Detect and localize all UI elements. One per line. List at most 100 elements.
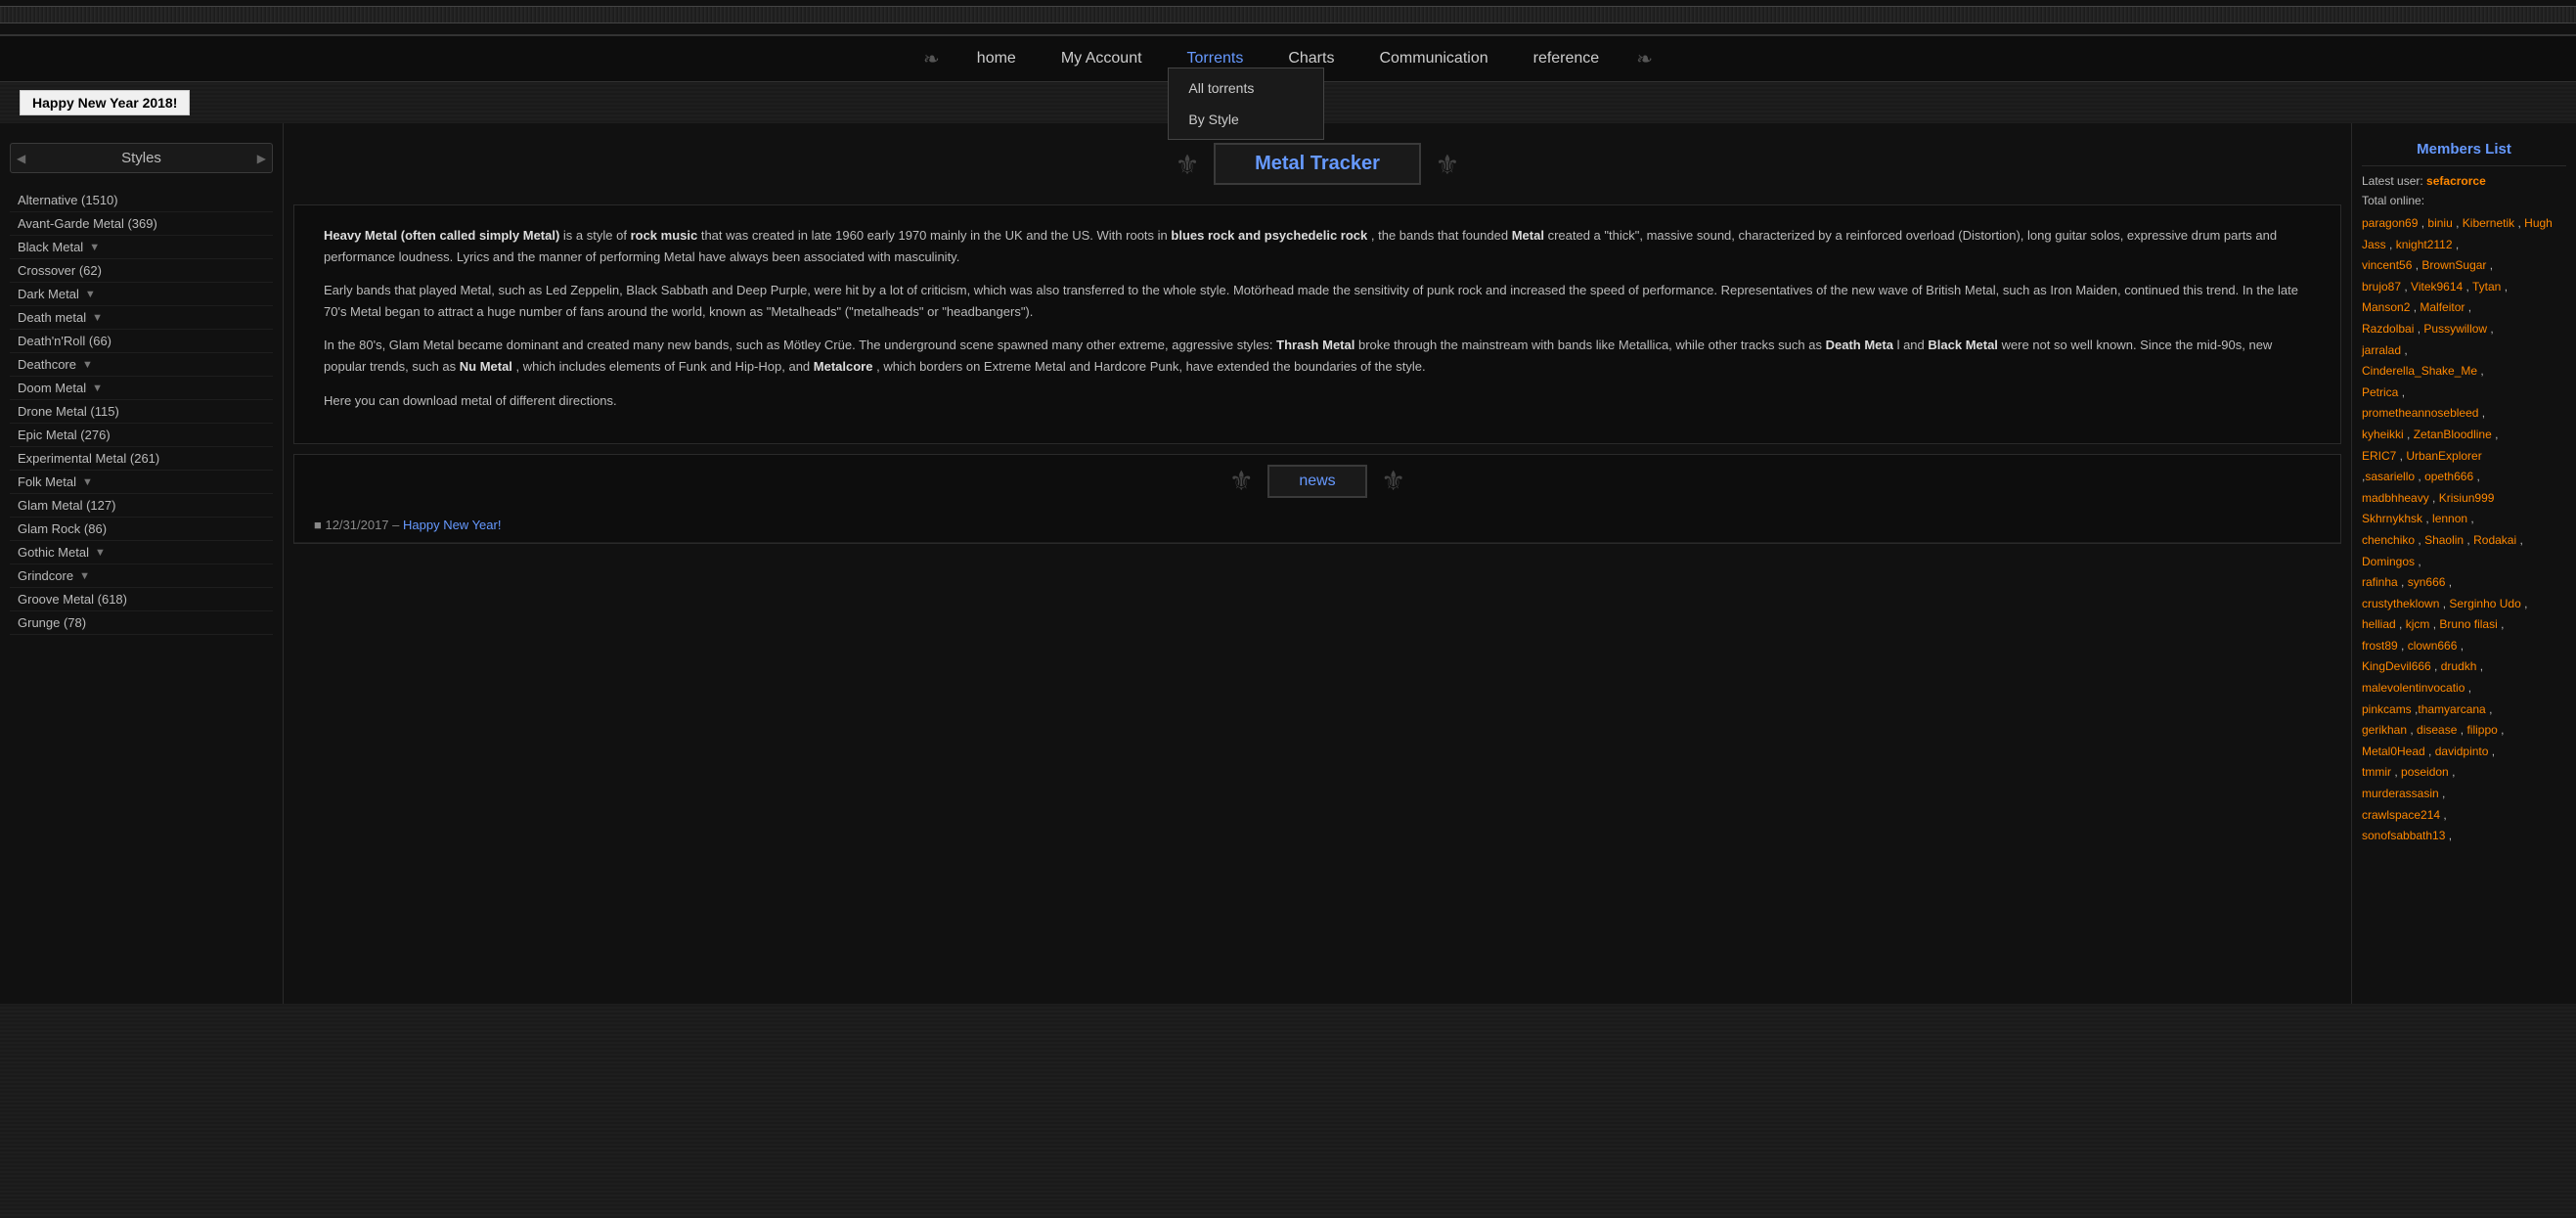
main-layout: ◀ Styles ▶ Alternative (1510) Avant-Gard… bbox=[0, 123, 2576, 1004]
dropdown-all-torrents[interactable]: All torrents bbox=[1169, 72, 1323, 104]
member-sonofsabbath13[interactable]: sonofsabbath13 bbox=[2362, 829, 2445, 842]
sidebar-item-glam-metal[interactable]: Glam Metal (127) bbox=[10, 494, 273, 518]
happy-new-year-banner: Happy New Year 2018! bbox=[20, 90, 190, 115]
member-syn666[interactable]: syn666 bbox=[2408, 575, 2446, 589]
nav-home[interactable]: home bbox=[969, 46, 1024, 71]
content-paragraph-4: Here you can download metal of different… bbox=[324, 390, 2311, 412]
left-sidebar: ◀ Styles ▶ Alternative (1510) Avant-Gard… bbox=[0, 123, 284, 1004]
member-crawlspace214[interactable]: crawlspace214 bbox=[2362, 808, 2440, 822]
sidebar-item-black-metal[interactable]: Black Metal ▼ bbox=[10, 236, 273, 259]
sidebar-item-crossover[interactable]: Crossover (62) bbox=[10, 259, 273, 283]
sidebar-item-grunge[interactable]: Grunge (78) bbox=[10, 611, 273, 635]
member-rodakai[interactable]: Rodakai bbox=[2473, 533, 2516, 547]
nav-reference[interactable]: reference bbox=[1526, 46, 1608, 71]
content-blues-rock: blues rock and psychedelic rock bbox=[1171, 228, 1367, 243]
expand-icon-grindcore: ▼ bbox=[79, 570, 90, 582]
member-thamyarcana[interactable]: thamyarcana bbox=[2418, 702, 2485, 716]
member-disease[interactable]: disease bbox=[2417, 723, 2457, 737]
sidebar-item-doom-metal[interactable]: Doom Metal ▼ bbox=[10, 377, 273, 400]
member-razdolbai[interactable]: Razdolbai bbox=[2362, 322, 2414, 336]
member-sasariello[interactable]: sasariello bbox=[2365, 470, 2415, 483]
expand-icon-deathcore: ▼ bbox=[82, 359, 93, 371]
center-content: ⚜ Metal Tracker ⚜ Heavy Metal (often cal… bbox=[284, 123, 2351, 1004]
member-kyheikki[interactable]: kyheikki bbox=[2362, 428, 2404, 441]
member-eric7[interactable]: ERIC7 bbox=[2362, 449, 2396, 463]
sidebar-item-gothic-metal[interactable]: Gothic Metal ▼ bbox=[10, 541, 273, 564]
sidebar-item-folk-metal[interactable]: Folk Metal ▼ bbox=[10, 471, 273, 494]
member-knight2112[interactable]: knight2112 bbox=[2396, 238, 2453, 251]
member-davidpinto[interactable]: davidpinto bbox=[2435, 744, 2489, 758]
content-metalcore: Metalcore bbox=[814, 359, 873, 374]
member-poseidon[interactable]: poseidon bbox=[2401, 765, 2449, 779]
sidebar-item-grindcore[interactable]: Grindcore ▼ bbox=[10, 564, 273, 588]
sidebar-item-deathcore[interactable]: Deathcore ▼ bbox=[10, 353, 273, 377]
sidebar-item-epic-metal[interactable]: Epic Metal (276) bbox=[10, 424, 273, 447]
member-kibernetik[interactable]: Kibernetik bbox=[2463, 216, 2514, 230]
navigation-bar: ❧ home My Account Torrents All torrents … bbox=[0, 36, 2576, 82]
member-brujo87[interactable]: brujo87 bbox=[2362, 280, 2401, 293]
sidebar-item-dark-metal[interactable]: Dark Metal ▼ bbox=[10, 283, 273, 306]
member-brownsugar[interactable]: BrownSugar bbox=[2421, 258, 2486, 272]
member-krisiun999[interactable]: Krisiun999 bbox=[2439, 491, 2495, 505]
member-skhrnykhsk[interactable]: Skhrnykhsk bbox=[2362, 512, 2422, 525]
member-malevolent[interactable]: malevolentinvocatio bbox=[2362, 681, 2465, 695]
member-bruno[interactable]: Bruno filasi bbox=[2439, 617, 2497, 631]
member-paragon69[interactable]: paragon69 bbox=[2362, 216, 2418, 230]
member-madbhheavy[interactable]: madbhheavy bbox=[2362, 491, 2429, 505]
member-tytan[interactable]: Tytan bbox=[2472, 280, 2501, 293]
member-frost89[interactable]: frost89 bbox=[2362, 639, 2398, 653]
member-jarralad[interactable]: jarralad bbox=[2362, 343, 2401, 357]
nav-right-decoration: ❧ bbox=[1636, 47, 1653, 71]
member-vincent56[interactable]: vincent56 bbox=[2362, 258, 2412, 272]
member-clown666[interactable]: clown666 bbox=[2408, 639, 2458, 653]
sidebar-item-drone-metal[interactable]: Drone Metal (115) bbox=[10, 400, 273, 424]
member-opeth666[interactable]: opeth666 bbox=[2424, 470, 2473, 483]
sidebar-item-glam-rock[interactable]: Glam Rock (86) bbox=[10, 518, 273, 541]
sidebar-left-arrow: ◀ bbox=[17, 152, 25, 165]
member-zetan[interactable]: ZetanBloodline bbox=[2414, 428, 2492, 441]
member-cinderella[interactable]: Cinderella_Shake_Me bbox=[2362, 364, 2477, 378]
sidebar-item-alternative[interactable]: Alternative (1510) bbox=[10, 189, 273, 212]
member-drudkh[interactable]: drudkh bbox=[2441, 659, 2477, 673]
member-malfeitor[interactable]: Malfeitor bbox=[2420, 300, 2465, 314]
news-area: ⚜ news ⚜ ■ 12/31/2017 – Happy New Year! bbox=[293, 454, 2341, 544]
dropdown-by-style[interactable]: By Style bbox=[1169, 104, 1323, 135]
member-domingos[interactable]: Domingos bbox=[2362, 555, 2415, 568]
member-shaolin[interactable]: Shaolin bbox=[2424, 533, 2464, 547]
expand-icon-folk-metal: ▼ bbox=[82, 476, 93, 488]
member-serginho[interactable]: Serginho Udo bbox=[2449, 597, 2520, 610]
member-urbanexplorer[interactable]: UrbanExplorer bbox=[2406, 449, 2481, 463]
news-link-0[interactable]: Happy New Year! bbox=[403, 518, 501, 532]
sidebar-item-death-metal[interactable]: Death metal ▼ bbox=[10, 306, 273, 330]
member-vitek9614[interactable]: Vitek9614 bbox=[2411, 280, 2463, 293]
member-biniu[interactable]: biniu bbox=[2427, 216, 2452, 230]
sidebar-item-deathnroll[interactable]: Death'n'Roll (66) bbox=[10, 330, 273, 353]
member-kjcm[interactable]: kjcm bbox=[2406, 617, 2430, 631]
expand-icon-black-metal: ▼ bbox=[89, 242, 100, 253]
news-right-deco: ⚜ bbox=[1381, 466, 1405, 496]
member-tmmir[interactable]: tmmir bbox=[2362, 765, 2391, 779]
member-chenchiko[interactable]: chenchiko bbox=[2362, 533, 2415, 547]
member-murderassasin[interactable]: murderassasin bbox=[2362, 787, 2439, 800]
member-crustytheklown[interactable]: crustytheklown bbox=[2362, 597, 2439, 610]
member-filippo[interactable]: filippo bbox=[2466, 723, 2497, 737]
member-helliad[interactable]: helliad bbox=[2362, 617, 2396, 631]
member-pinkcams[interactable]: pinkcams bbox=[2362, 702, 2412, 716]
member-gerikhan[interactable]: gerikhan bbox=[2362, 723, 2407, 737]
member-manson2[interactable]: Manson2 bbox=[2362, 300, 2410, 314]
member-petrica[interactable]: Petrica bbox=[2362, 385, 2398, 399]
nav-my-account[interactable]: My Account bbox=[1053, 46, 1150, 71]
member-pussywillow[interactable]: Pussywillow bbox=[2423, 322, 2487, 336]
sidebar-item-groove-metal[interactable]: Groove Metal (618) bbox=[10, 588, 273, 611]
member-promethean[interactable]: prometheannosebleed bbox=[2362, 406, 2478, 420]
nav-communication[interactable]: Communication bbox=[1371, 46, 1495, 71]
nav-torrents-dropdown[interactable]: Torrents All torrents By Style bbox=[1179, 50, 1252, 68]
sidebar-item-avant-garde[interactable]: Avant-Garde Metal (369) bbox=[10, 212, 273, 236]
content-black-metal: Black Metal bbox=[1928, 338, 1998, 352]
member-lennon[interactable]: lennon bbox=[2432, 512, 2467, 525]
member-metal0head[interactable]: Metal0Head bbox=[2362, 744, 2425, 758]
sidebar-title: Styles bbox=[121, 150, 161, 166]
sidebar-item-experimental-metal[interactable]: Experimental Metal (261) bbox=[10, 447, 273, 471]
member-kingdevil666[interactable]: KingDevil666 bbox=[2362, 659, 2431, 673]
member-rafinha[interactable]: rafinha bbox=[2362, 575, 2398, 589]
